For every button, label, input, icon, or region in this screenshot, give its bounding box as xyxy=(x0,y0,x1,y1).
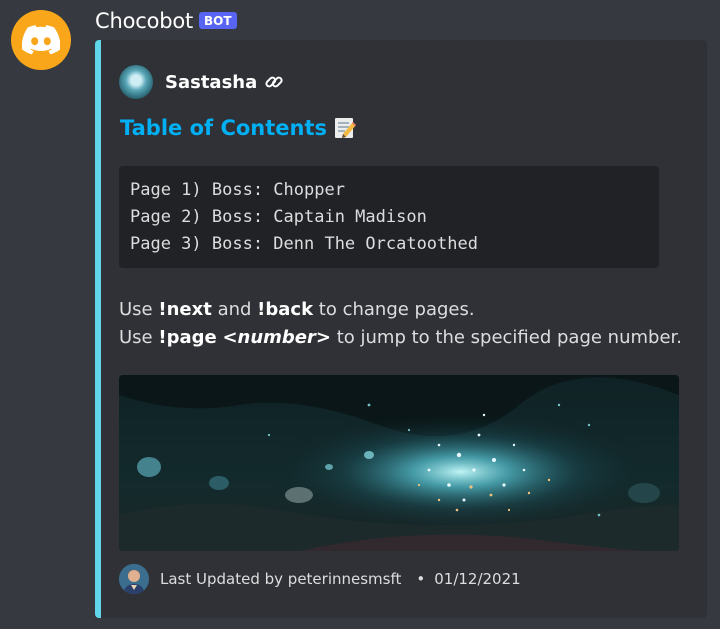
description-line-2: Use !page <number> to jump to the specif… xyxy=(119,324,682,352)
sastasha-icon xyxy=(119,65,153,99)
code-block: Page 1) Boss: Chopper Page 2) Boss: Capt… xyxy=(119,166,659,268)
embed-footer: Last Updated by peterinnesmsft • 01/12/2… xyxy=(119,564,521,594)
desc-command-page: !page xyxy=(158,327,217,348)
embed: Sastasha Table of Contents Page 1) Boss:… xyxy=(95,40,707,618)
embed-title-text[interactable]: Table of Contents xyxy=(120,116,327,140)
link-icon xyxy=(265,76,283,88)
dungeon-scene xyxy=(119,375,679,551)
footer-date: 01/12/2021 xyxy=(434,570,521,588)
desc-command-back: !back xyxy=(257,299,314,320)
username[interactable]: Chocobot xyxy=(95,9,193,33)
desc-command-next: !next xyxy=(158,299,212,320)
desc-text: to jump to the specified page number. xyxy=(336,327,682,348)
desc-text: Use xyxy=(119,299,153,320)
bot-badge: BOT xyxy=(199,11,237,29)
code-line: Page 1) Boss: Chopper xyxy=(130,180,345,200)
footer-avatar xyxy=(119,564,149,594)
embed-author: Sastasha xyxy=(119,65,285,99)
discord-avatar[interactable] xyxy=(11,10,71,70)
author-name: Sastasha xyxy=(165,71,258,93)
footer-text: Last Updated by peterinnesmsft xyxy=(160,570,402,588)
footer-separator: • xyxy=(416,570,426,588)
code-line: Page 2) Boss: Captain Madison xyxy=(130,207,427,227)
description-line-1: Use !next and !back to change pages. xyxy=(119,296,682,324)
embed-title[interactable]: Table of Contents xyxy=(120,116,357,140)
embed-accent-bar xyxy=(95,40,101,618)
desc-text: to change pages. xyxy=(318,299,475,320)
discord-logo-icon xyxy=(22,25,60,55)
user-portrait-icon xyxy=(119,564,149,594)
desc-text: and xyxy=(217,299,252,320)
code-line: Page 3) Boss: Denn The Orcatoothed xyxy=(130,234,478,254)
embed-description: Use !next and !back to change pages. Use… xyxy=(119,296,682,352)
desc-text: Use xyxy=(119,327,153,348)
message-header: Chocobot BOT xyxy=(95,7,237,35)
desc-arg-number: <number> xyxy=(222,327,331,348)
memo-icon xyxy=(335,118,357,138)
sastasha-dungeon-image[interactable] xyxy=(119,375,679,551)
